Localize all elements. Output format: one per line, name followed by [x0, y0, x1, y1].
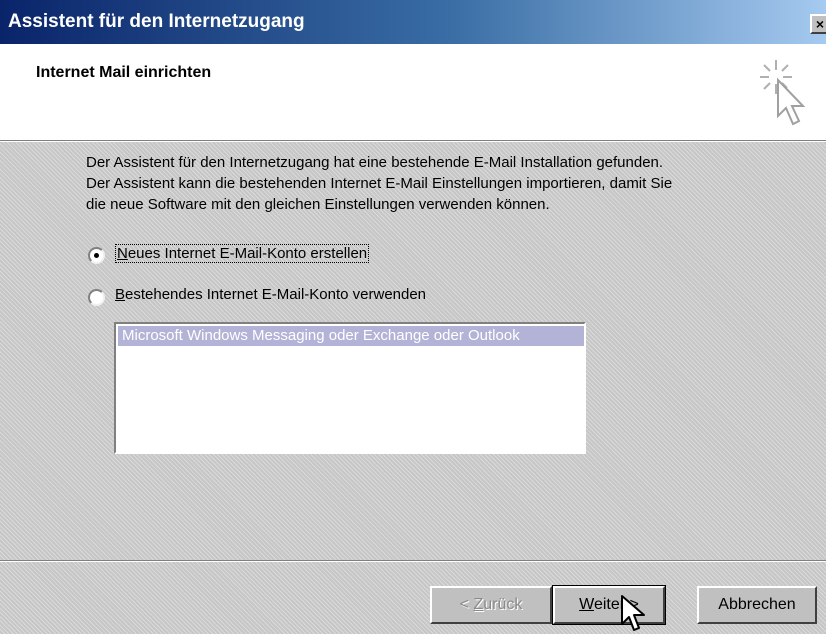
cancel-button[interactable]: Abbrechen — [697, 586, 817, 624]
description-text: Der Assistent für den Internetzugang hat… — [86, 152, 806, 215]
radio-existing-account-label[interactable]: Bestehendes Internet E-Mail-Konto verwen… — [115, 286, 426, 303]
button-bar: < Zurück Weiter > Abbrechen — [0, 562, 826, 634]
wizard-content: Der Assistent für den Internetzugang hat… — [0, 142, 826, 560]
description-line: Der Assistent kann die bestehenden Inter… — [86, 175, 673, 192]
label-text: estehendes Internet E-Mail-Konto verwend… — [125, 286, 427, 303]
radio-new-account-label[interactable]: Neues Internet E-Mail-Konto erstellen — [115, 244, 370, 263]
back-prefix: < — [459, 596, 474, 613]
page-title: Internet Mail einrichten — [36, 64, 212, 81]
description-line: Der Assistent für den Internetzugang hat… — [86, 154, 664, 171]
mnemonic-letter: B — [115, 286, 126, 303]
label-text: eues Internet E-Mail-Konto erstellen — [127, 245, 368, 262]
wizard-header: Internet Mail einrichten — [0, 44, 826, 140]
radio-button[interactable] — [88, 289, 105, 306]
mnemonic-letter: N — [117, 245, 128, 262]
back-label: urück — [483, 596, 523, 613]
title-bar[interactable]: Assistent für den Internetzugang × — [0, 0, 826, 44]
existing-account-listbox[interactable]: Microsoft Windows Messaging oder Exchang… — [114, 322, 586, 454]
mnemonic-letter: Z — [473, 596, 484, 613]
window-title: Assistent für den Internetzugang — [8, 11, 305, 32]
mouse-pointer-icon — [621, 595, 645, 631]
mnemonic-letter: W — [579, 596, 594, 613]
radio-button[interactable] — [88, 247, 105, 264]
wizard-cursor-sparkle-icon — [760, 60, 806, 126]
back-button[interactable]: < Zurück — [430, 586, 552, 624]
radio-selected-dot — [94, 253, 99, 258]
close-button[interactable]: × — [810, 14, 826, 34]
next-button[interactable]: Weiter > — [552, 585, 666, 625]
list-item[interactable]: Microsoft Windows Messaging oder Exchang… — [118, 326, 584, 346]
description-line: die neue Software mit den gleichen Einst… — [86, 196, 550, 213]
